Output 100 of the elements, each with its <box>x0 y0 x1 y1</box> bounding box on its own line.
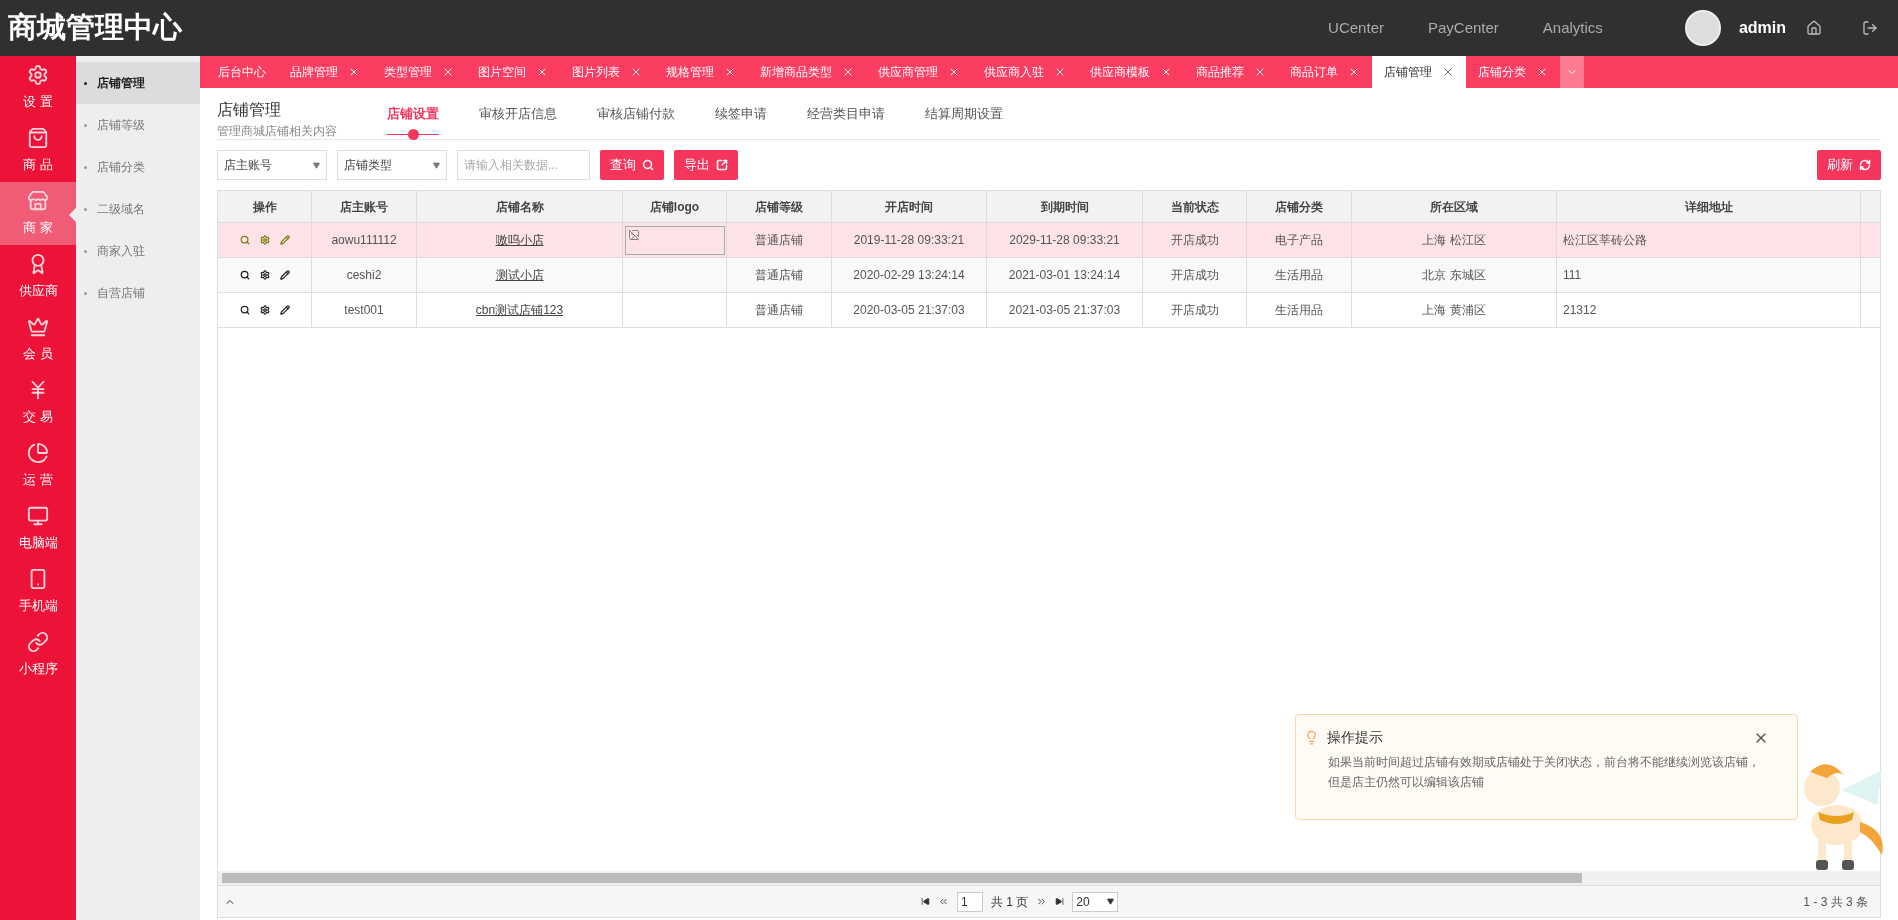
nav-item[interactable]: 手机端 <box>0 560 76 623</box>
last-page-icon[interactable] <box>1055 897 1065 906</box>
nav-label: 电脑端 <box>18 533 58 552</box>
top-nav-link[interactable]: Analytics <box>1542 16 1603 40</box>
export-icon <box>716 159 728 171</box>
page-tab[interactable]: 供应商入驻 <box>972 56 1078 88</box>
section-tab[interactable]: 续签申请 <box>695 98 787 140</box>
page-tab[interactable]: 图片列表 <box>560 56 654 88</box>
page-tab[interactable]: 供应商模板 <box>1078 56 1184 88</box>
close-icon[interactable] <box>348 66 360 78</box>
table-row[interactable]: ceshi2 测试小店 普通店铺 2020-02-29 13:24:14 2021-03-01 13:24:14 开店成功 生活用品 北京 东城区 111 <box>218 258 1880 293</box>
close-icon[interactable] <box>1254 66 1266 78</box>
bag-icon <box>27 126 49 149</box>
page-tab[interactable]: 图片空间 <box>466 56 560 88</box>
view-icon[interactable] <box>239 305 250 315</box>
close-icon[interactable] <box>1160 66 1172 78</box>
column-header: 店主账号 <box>312 191 417 222</box>
broken-image-icon <box>627 228 640 241</box>
page-field[interactable]: 1 <box>957 891 983 912</box>
avatar-icon[interactable] <box>1684 10 1721 46</box>
first-page-icon[interactable] <box>921 897 930 906</box>
user-name[interactable]: admin <box>1738 16 1786 40</box>
table-cell-text: 2021-03-05 21:37:03 <box>1008 302 1121 319</box>
settings-icon[interactable] <box>259 270 270 280</box>
section-tab[interactable]: 审核开店信息 <box>459 98 577 140</box>
filter-select[interactable]: 店主账号 <box>217 150 327 180</box>
page-tab[interactable]: 商品推荐 <box>1184 56 1278 88</box>
section-tab[interactable]: 结算周期设置 <box>905 98 1023 140</box>
table-cell-text: 普通店铺 <box>755 302 803 319</box>
nav-label: 小程序 <box>18 659 58 678</box>
page-size-select[interactable]: 20 <box>1072 891 1119 912</box>
nav-item[interactable]: 供应商 <box>0 245 76 308</box>
close-icon[interactable] <box>1536 66 1548 78</box>
settings-icon <box>27 63 49 86</box>
edit-icon[interactable] <box>279 270 290 280</box>
sub-nav-item[interactable]: 店铺管理 <box>76 62 200 104</box>
nav-item[interactable]: 商 品 <box>0 119 76 182</box>
shop-name-link[interactable]: 嗷呜小店 <box>495 231 544 249</box>
lightbulb-icon <box>1304 730 1319 745</box>
section-tab[interactable]: 经营类目申请 <box>787 98 905 140</box>
section-tab[interactable]: 审核店铺付款 <box>577 98 695 140</box>
sub-nav-item[interactable]: 二级域名 <box>76 188 200 230</box>
page-tab[interactable]: 店铺分类 <box>1466 56 1560 88</box>
app-title: 商城管理中心 <box>8 10 182 46</box>
sub-nav-item[interactable]: 店铺等级 <box>76 104 200 146</box>
column-header: 店铺分类 <box>1247 191 1352 222</box>
view-icon[interactable] <box>239 270 250 280</box>
sub-nav-item[interactable]: 商家入驻 <box>76 230 200 272</box>
page-tab[interactable]: 供应商管理 <box>866 56 972 88</box>
bullet-icon <box>84 207 87 211</box>
column-header: 开店时间 <box>832 191 987 222</box>
caret-icon <box>433 161 440 169</box>
nav-item[interactable]: 电脑端 <box>0 497 76 560</box>
search-field[interactable]: 请输入相关数据... <box>457 150 590 180</box>
nav-item[interactable]: 运 营 <box>0 434 76 497</box>
close-icon[interactable] <box>630 66 642 78</box>
settings-icon[interactable] <box>259 305 270 315</box>
search-icon <box>642 159 654 171</box>
section-tab[interactable]: 店铺设置 <box>367 98 459 140</box>
edit-icon[interactable] <box>279 305 290 315</box>
table-row[interactable]: test001 cbn测试店铺123 普通店铺 2020-03-05 21:37:03 2021-03-05 21:37:03 开店成功 生活用品 上海 黄浦区 21312 <box>218 293 1880 328</box>
previous-page-icon[interactable] <box>938 896 949 907</box>
next-page-icon[interactable] <box>1036 896 1048 907</box>
close-icon[interactable] <box>948 66 960 78</box>
nav-item[interactable]: 交 易 <box>0 371 76 434</box>
table-row[interactable]: aowu111112 嗷呜小店 普通店铺 2019-11-28 09:33:21 2029-11-28 09:33:21 开店成功 电子产品 上海 松江区 松江区莘砖公路 <box>218 223 1880 258</box>
nav-item[interactable]: 小程序 <box>0 623 76 686</box>
close-icon[interactable] <box>1442 66 1454 78</box>
close-icon[interactable] <box>536 66 548 78</box>
logout-icon[interactable] <box>1862 20 1878 36</box>
page-tab[interactable]: 品牌管理 <box>278 56 372 88</box>
horizontal-scrollbar[interactable] <box>218 871 1880 885</box>
shop-name-link[interactable]: cbn测试店铺123 <box>475 301 564 319</box>
page-tab[interactable]: 商品订单 <box>1278 56 1372 88</box>
nav-item[interactable]: 会 员 <box>0 308 76 371</box>
page-tab[interactable]: 后台中心 <box>206 56 278 88</box>
column-header: 当前状态 <box>1143 191 1247 222</box>
nav-item[interactable]: 设 置 <box>0 56 76 119</box>
top-nav-link[interactable]: UCenter <box>1328 16 1384 40</box>
page-tab[interactable]: 新增商品类型 <box>748 56 866 88</box>
query-button[interactable]: 查询 <box>600 150 664 180</box>
shop-name-link[interactable]: 测试小店 <box>495 266 544 284</box>
close-icon[interactable] <box>842 66 854 78</box>
filter-select[interactable]: 店铺类型 <box>337 150 447 180</box>
close-icon[interactable] <box>1348 66 1360 78</box>
close-icon[interactable] <box>442 66 454 78</box>
page-tab[interactable]: 类型管理 <box>372 56 466 88</box>
bullet-icon <box>84 81 87 85</box>
export-button[interactable]: 导出 <box>674 150 738 180</box>
page-tab[interactable]: 店铺管理 <box>1372 56 1466 88</box>
close-icon[interactable] <box>724 66 736 78</box>
home-icon[interactable] <box>1806 20 1822 36</box>
sub-nav-item[interactable]: 店铺分类 <box>76 146 200 188</box>
column-header: 操作 <box>218 191 312 222</box>
top-nav-link[interactable]: PayCenter <box>1427 16 1499 40</box>
refresh-button[interactable]: 刷新 <box>1817 150 1881 180</box>
close-icon[interactable] <box>1054 66 1066 78</box>
sub-nav-item[interactable]: 自营店铺 <box>76 272 200 314</box>
nav-item[interactable]: 商 家 <box>0 182 76 245</box>
page-tab[interactable]: 规格管理 <box>654 56 748 88</box>
